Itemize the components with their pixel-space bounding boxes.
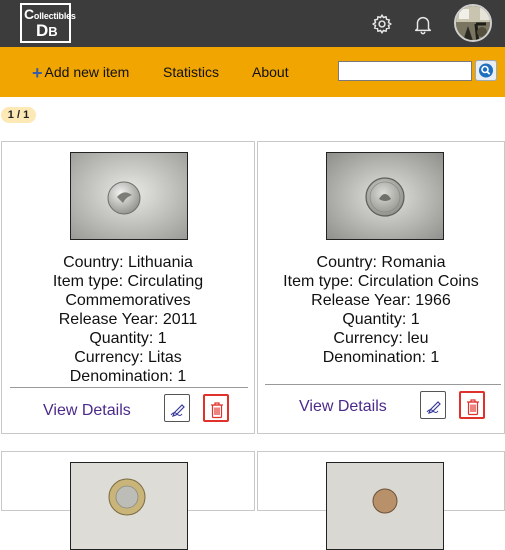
nav-bar: + Add new item Statistics About	[0, 47, 505, 97]
pagination-badge: 1 / 1	[1, 107, 36, 123]
about-link[interactable]: About	[252, 64, 289, 80]
trash-icon	[467, 399, 479, 416]
item-quantity: Quantity: 1	[89, 330, 167, 347]
delete-button[interactable]	[459, 391, 485, 419]
item-image[interactable]	[70, 462, 188, 550]
item-currency: Currency: Litas	[74, 349, 182, 366]
item-country: Country: Lithuania	[63, 254, 193, 271]
item-details: Country: Lithuania Item type: Circulatin…	[2, 253, 254, 386]
gear-icon[interactable]	[371, 13, 393, 35]
edit-icon	[170, 404, 185, 417]
search-icon	[479, 63, 493, 78]
view-details-link[interactable]: View Details	[43, 402, 131, 420]
app-logo[interactable]: Collectibles DB	[20, 3, 76, 43]
item-denomination: Denomination: 1	[69, 368, 187, 385]
bell-icon[interactable]	[412, 13, 434, 35]
edit-button[interactable]	[420, 391, 446, 419]
plus-icon: +	[32, 63, 43, 83]
item-card	[1, 451, 255, 550]
search-button[interactable]	[475, 60, 497, 81]
statistics-link[interactable]: Statistics	[163, 64, 219, 80]
top-header: Collectibles DB	[0, 0, 505, 47]
view-details-link[interactable]: View Details	[299, 398, 387, 416]
logo-line-2: DB	[36, 21, 58, 40]
card-divider	[265, 384, 501, 385]
search-input[interactable]	[338, 61, 472, 81]
card-divider	[10, 387, 248, 388]
item-release-year: Release Year: 2011	[58, 311, 198, 328]
edit-icon	[426, 401, 441, 414]
item-image[interactable]	[326, 152, 444, 240]
item-release-year: Release Year: 1966	[311, 292, 451, 309]
item-details: Country: Romania Item type: Circulation …	[258, 253, 504, 367]
trash-icon	[211, 402, 223, 419]
item-quantity: Quantity: 1	[342, 311, 420, 328]
item-card	[257, 451, 505, 550]
logo-line-1: Collectibles	[24, 6, 76, 22]
item-image[interactable]	[70, 152, 188, 240]
item-type: Item type: Circulation Coins	[283, 273, 479, 290]
item-card: Country: Lithuania Item type: Circulatin…	[1, 141, 255, 434]
user-avatar[interactable]	[454, 4, 492, 42]
add-new-item-link[interactable]: + Add new item	[32, 63, 129, 83]
item-image[interactable]	[326, 462, 444, 550]
item-currency: Currency: leu	[333, 330, 429, 347]
item-denomination: Denomination: 1	[322, 349, 440, 366]
item-card: Country: Romania Item type: Circulation …	[257, 141, 505, 434]
edit-button[interactable]	[164, 394, 190, 422]
delete-button[interactable]	[203, 394, 229, 422]
item-type: Item type: Circulating	[52, 273, 204, 290]
item-type-continued: Commemoratives	[65, 292, 191, 309]
item-country: Country: Romania	[316, 254, 446, 271]
